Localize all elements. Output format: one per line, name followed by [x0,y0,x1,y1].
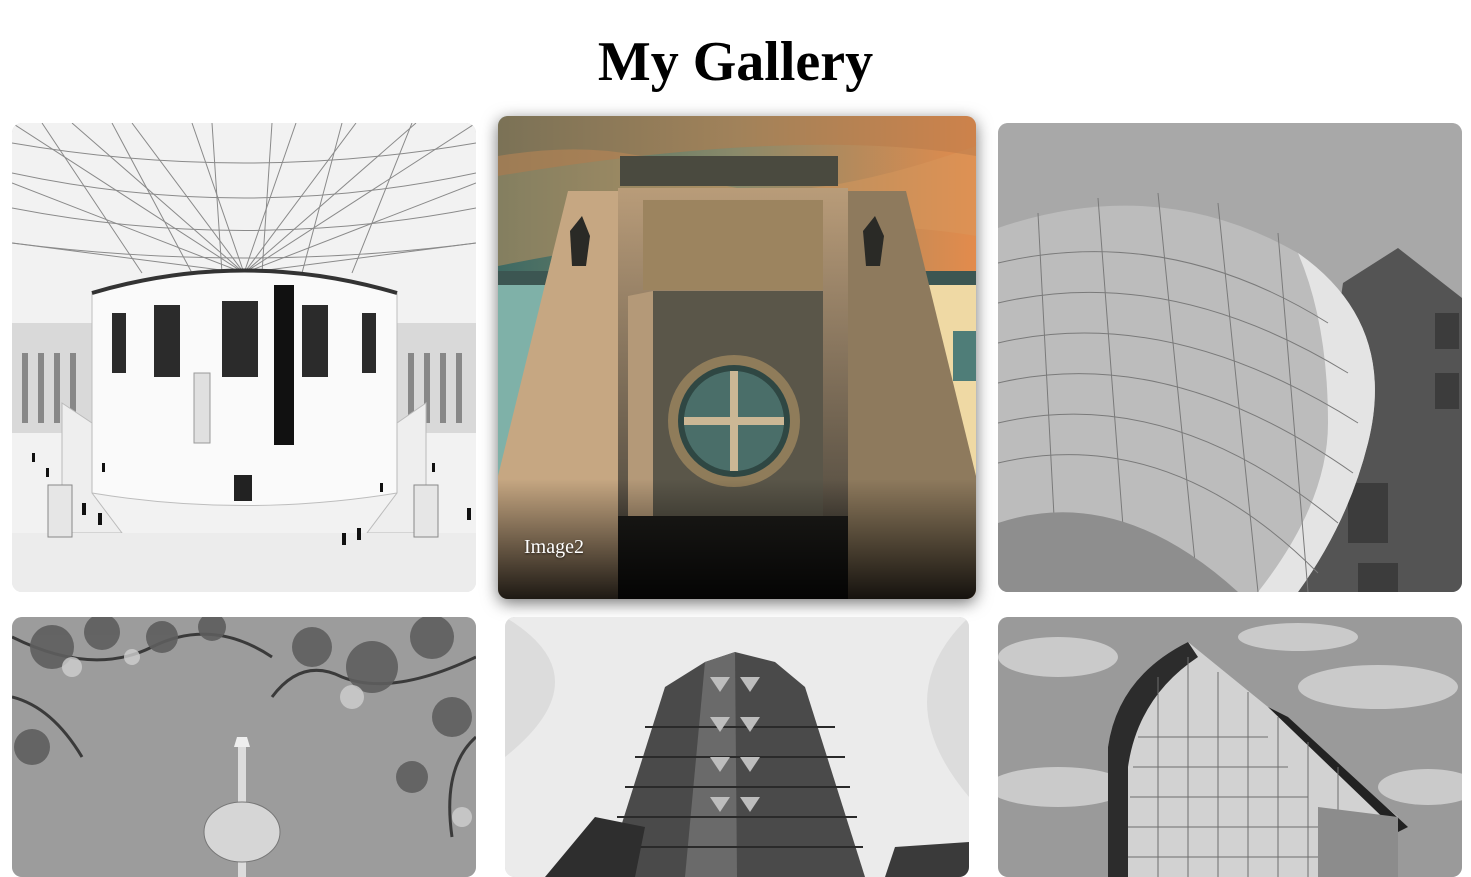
gallery-card-2[interactable]: Image2 [498,116,976,599]
gallery-card-5[interactable] [505,617,969,877]
gallery-card-3[interactable] [998,123,1462,592]
glass-office-building-photo [998,617,1462,877]
gallery-card-6[interactable] [998,617,1462,877]
gallery-card-4[interactable] [12,617,476,877]
gallery-card-1[interactable] [12,123,476,592]
museum-rotunda-photo [12,123,476,592]
gallery-caption: Image2 [524,536,584,558]
curved-metal-facade-photo [998,123,1462,592]
skyscraper-photo [505,617,969,877]
tv-tower-branches-photo [12,617,476,877]
page-title: My Gallery [597,31,874,93]
